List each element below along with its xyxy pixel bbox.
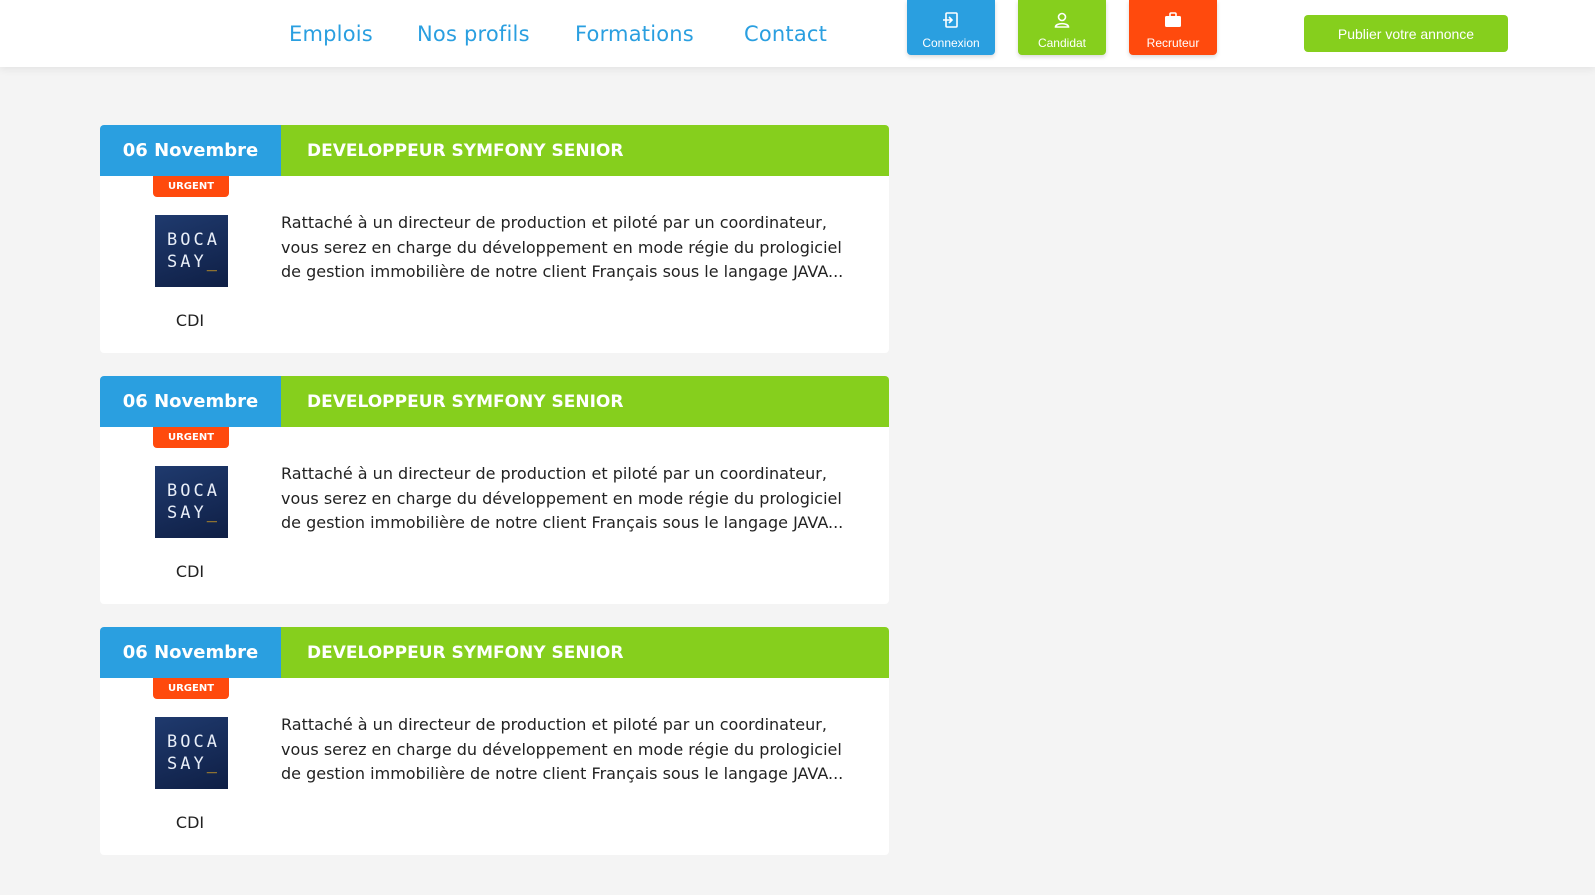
job-date: 06 Novembre <box>100 627 281 678</box>
nav-link-nos-profils[interactable]: Nos profils <box>417 22 530 46</box>
logo-line-1: BOCA <box>167 732 220 752</box>
logo-line-1: BOCA <box>167 230 220 250</box>
job-description: Rattaché à un directeur de production et… <box>281 464 844 533</box>
job-title[interactable]: DEVELOPPEUR SYMFONY SENIOR <box>281 627 889 678</box>
logo-line-2: SAY <box>167 754 207 774</box>
connexion-button[interactable]: Connexion <box>907 0 995 55</box>
job-title[interactable]: DEVELOPPEUR SYMFONY SENIOR <box>281 376 889 427</box>
connexion-label: Connexion <box>922 36 980 50</box>
job-card-header: 06 Novembre DEVELOPPEUR SYMFONY SENIOR <box>100 125 889 176</box>
logo-line-2: SAY <box>167 252 207 272</box>
publish-ad-button[interactable]: Publier votre annonce <box>1304 15 1508 52</box>
candidat-button[interactable]: Candidat <box>1018 0 1106 55</box>
recruteur-label: Recruteur <box>1146 36 1200 50</box>
company-logo: BOCA SAY_ <box>155 717 228 789</box>
contract-type: CDI <box>175 311 205 330</box>
recruteur-button[interactable]: Recruteur <box>1129 0 1217 55</box>
logo-cursor: _ <box>206 754 220 774</box>
urgent-badge: URGENT <box>153 678 229 699</box>
job-card-header: 06 Novembre DEVELOPPEUR SYMFONY SENIOR <box>100 376 889 427</box>
login-icon <box>943 12 958 28</box>
job-description: Rattaché à un directeur de production et… <box>281 715 844 784</box>
nav-link-formations[interactable]: Formations <box>575 22 694 46</box>
job-card-header: 06 Novembre DEVELOPPEUR SYMFONY SENIOR <box>100 627 889 678</box>
logo-line-1: BOCA <box>167 481 220 501</box>
job-card: 06 Novembre DEVELOPPEUR SYMFONY SENIOR U… <box>100 627 889 855</box>
user-icon <box>1054 12 1070 28</box>
logo-cursor: _ <box>206 252 220 272</box>
company-logo: BOCA SAY_ <box>155 215 228 287</box>
urgent-badge: URGENT <box>153 176 229 197</box>
job-title[interactable]: DEVELOPPEUR SYMFONY SENIOR <box>281 125 889 176</box>
contract-type: CDI <box>175 813 205 832</box>
top-navigation-bar: Emplois Nos profils Formations Contact C… <box>0 0 1595 67</box>
nav-link-contact[interactable]: Contact <box>744 22 827 46</box>
job-card: 06 Novembre DEVELOPPEUR SYMFONY SENIOR U… <box>100 376 889 604</box>
candidat-label: Candidat <box>1037 36 1087 50</box>
logo-line-2: SAY <box>167 503 207 523</box>
job-date: 06 Novembre <box>100 125 281 176</box>
urgent-badge: URGENT <box>153 427 229 448</box>
company-logo: BOCA SAY_ <box>155 466 228 538</box>
logo-cursor: _ <box>206 503 220 523</box>
job-date: 06 Novembre <box>100 376 281 427</box>
contract-type: CDI <box>175 562 205 581</box>
job-description: Rattaché à un directeur de production et… <box>281 213 844 282</box>
job-card: 06 Novembre DEVELOPPEUR SYMFONY SENIOR U… <box>100 125 889 353</box>
briefcase-icon <box>1165 12 1181 27</box>
nav-link-emplois[interactable]: Emplois <box>289 22 373 46</box>
